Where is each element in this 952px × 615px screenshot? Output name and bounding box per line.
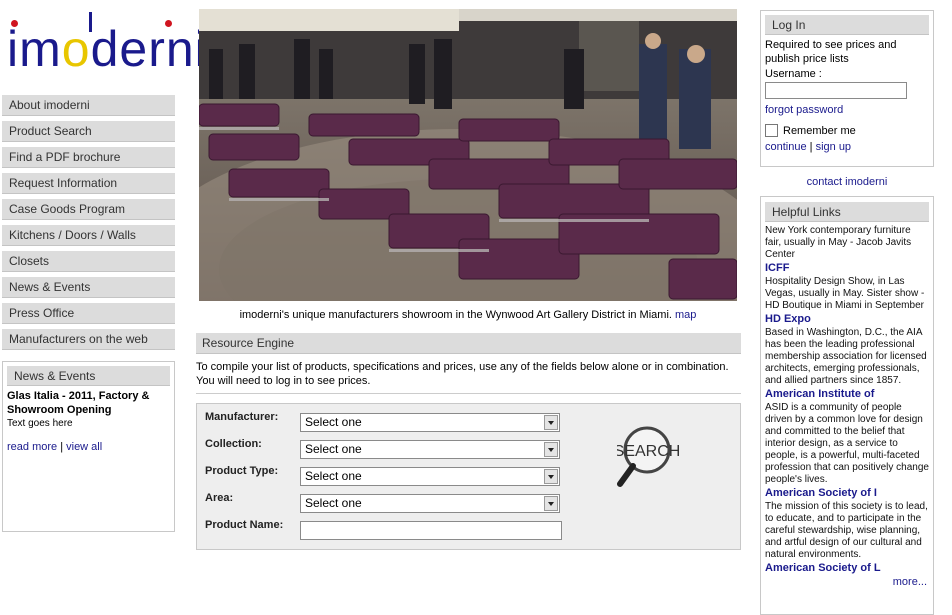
area-select[interactable]: Select one	[300, 494, 560, 513]
logo-dot	[165, 20, 172, 27]
collection-label: Collection:	[205, 438, 262, 450]
nav-item-closets[interactable]: Closets	[2, 251, 175, 272]
forgot-password-link[interactable]: forgot password	[765, 104, 843, 116]
helpful-link-title[interactable]: American Institute of	[765, 388, 929, 401]
product-name-input[interactable]	[300, 521, 562, 540]
search-label: SEARCH	[617, 443, 680, 460]
nav-item-pdf-brochure[interactable]: Find a PDF brochure	[2, 147, 175, 168]
helpful-link-title[interactable]: American Society of I	[765, 487, 929, 500]
product-type-row: Product Type: Select one	[205, 463, 625, 486]
area-select-value: Select one	[305, 496, 362, 510]
helpful-link-desc: ASID is a community of people driven by …	[765, 402, 929, 485]
resource-search-form: Manufacturer: Select one Collection: Sel…	[196, 403, 741, 550]
nav-item-news-events[interactable]: News & Events	[2, 277, 175, 298]
chevron-down-icon[interactable]	[544, 442, 558, 457]
read-more-link[interactable]: read more	[7, 441, 57, 453]
helpful-link-desc: Based in Washington, D.C., the AIA has b…	[765, 327, 927, 386]
product-type-select-value: Select one	[305, 469, 362, 483]
helpful-link-title[interactable]: ICFF	[765, 262, 929, 275]
nav-item-case-goods[interactable]: Case Goods Program	[2, 199, 175, 220]
photo-caption: imoderni's unique manufacturers showroom…	[199, 309, 737, 321]
resource-engine-header: Resource Engine	[196, 333, 741, 354]
nav-item-about[interactable]: About imoderni	[2, 95, 175, 116]
manufacturer-row: Manufacturer: Select one	[205, 409, 625, 432]
manufacturer-select[interactable]: Select one	[300, 413, 560, 432]
collection-select-value: Select one	[305, 442, 362, 456]
remember-me-checkbox[interactable]	[765, 124, 778, 137]
news-links: read more | view all	[7, 441, 170, 453]
news-header: News & Events	[7, 366, 170, 386]
login-required-text: Required to see prices and publish price…	[765, 39, 897, 65]
main-nav: About imoderni Product Search Find a PDF…	[2, 95, 175, 355]
contact-link[interactable]: contact imoderni	[760, 176, 934, 188]
more-links-link[interactable]: more...	[893, 576, 927, 588]
product-type-label: Product Type:	[205, 465, 279, 477]
logo-bar	[89, 12, 92, 32]
remember-me-label: Remember me	[783, 124, 856, 137]
logo-dot	[11, 20, 18, 27]
news-title: Glas Italia - 2011, Factory & Showroom O…	[7, 390, 150, 416]
divider	[196, 393, 741, 394]
map-link[interactable]: map	[675, 309, 696, 321]
resource-desc-line1: To compile your list of products, specif…	[196, 361, 729, 373]
resource-desc-line2: You will need to log in to see prices.	[196, 375, 371, 387]
product-type-select[interactable]: Select one	[300, 467, 560, 486]
area-label: Area:	[205, 492, 234, 504]
chevron-down-icon[interactable]	[544, 415, 558, 430]
nav-item-press-office[interactable]: Press Office	[2, 303, 175, 324]
username-input[interactable]	[765, 82, 907, 99]
chevron-down-icon[interactable]	[544, 469, 558, 484]
area-row: Area: Select one	[205, 490, 625, 513]
helpful-link-item: Based in Washington, D.C., the AIA has b…	[765, 327, 929, 401]
continue-link[interactable]: continue	[765, 141, 807, 153]
news-separator: |	[60, 441, 64, 453]
resource-description: To compile your list of products, specif…	[196, 360, 741, 388]
helpful-link-item: ASID is a community of people driven by …	[765, 402, 929, 500]
helpful-link-desc: New York contemporary furniture fair, us…	[765, 225, 912, 260]
login-separator: |	[809, 141, 813, 153]
logo-wordmark: imoderni	[7, 21, 207, 77]
nav-item-product-search[interactable]: Product Search	[2, 121, 175, 142]
sign-up-link[interactable]: sign up	[816, 141, 851, 153]
caption-text: imoderni's unique manufacturers showroom…	[239, 309, 672, 321]
remember-row: Remember me	[765, 124, 929, 137]
nav-item-request-info[interactable]: Request Information	[2, 173, 175, 194]
helpful-links-header: Helpful Links	[765, 202, 929, 222]
helpful-link-item: New York contemporary furniture fair, us…	[765, 225, 929, 275]
logo[interactable]: imoderni	[7, 12, 206, 84]
nav-item-kitchens[interactable]: Kitchens / Doors / Walls	[2, 225, 175, 246]
helpful-link-desc: Hospitality Design Show, in Las Vegas, u…	[765, 276, 925, 311]
news-panel: News & Events Glas Italia - 2011, Factor…	[2, 361, 175, 532]
forgot-row: forgot password	[765, 104, 929, 116]
view-all-link[interactable]: view all	[66, 441, 102, 453]
manufacturer-label: Manufacturer:	[205, 411, 279, 423]
collection-select[interactable]: Select one	[300, 440, 560, 459]
login-panel: Log In Required to see prices and publis…	[760, 10, 934, 167]
manufacturer-select-value: Select one	[305, 415, 362, 429]
helpful-link-title[interactable]: American Society of L	[765, 562, 929, 575]
helpful-link-item: The mission of this society is to lead, …	[765, 501, 929, 575]
login-actions: continue | sign up	[765, 141, 929, 153]
login-header: Log In	[765, 15, 929, 35]
helpful-links-panel: Helpful Links New York contemporary furn…	[760, 196, 934, 615]
search-button[interactable]: SEARCH	[614, 424, 685, 492]
nav-item-manufacturers[interactable]: Manufacturers on the web	[2, 329, 175, 350]
product-name-row: Product Name:	[205, 517, 625, 540]
helpful-link-desc: The mission of this society is to lead, …	[765, 501, 928, 560]
helpful-link-item: Hospitality Design Show, in Las Vegas, u…	[765, 276, 929, 326]
showroom-photo	[199, 9, 737, 301]
collection-row: Collection: Select one	[205, 436, 625, 459]
username-label: Username :	[765, 68, 822, 80]
showroom-photo-drawing	[199, 9, 737, 301]
news-text: Text goes here	[7, 418, 73, 429]
helpful-link-title[interactable]: HD Expo	[765, 313, 929, 326]
chevron-down-icon[interactable]	[544, 496, 558, 511]
product-name-label: Product Name:	[205, 519, 284, 531]
magnifier-icon: SEARCH	[614, 426, 680, 487]
